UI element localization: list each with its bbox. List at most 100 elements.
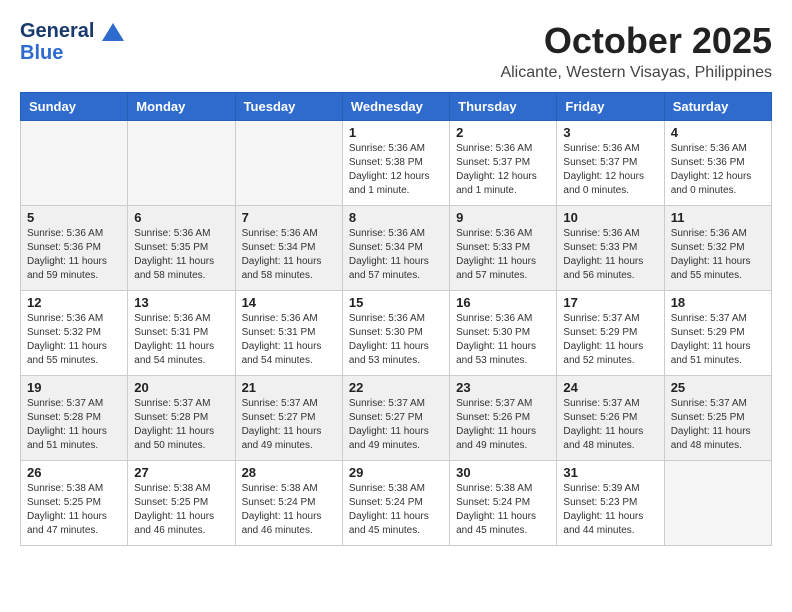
- day-number: 20: [134, 380, 228, 395]
- day-cell: 31 Sunrise: 5:39 AM Sunset: 5:23 PM Dayli…: [557, 461, 664, 546]
- day-info: Sunrise: 5:36 AM Sunset: 5:38 PM Dayligh…: [349, 142, 443, 198]
- logo: General Blue: [20, 20, 124, 64]
- col-header-thursday: Thursday: [450, 93, 557, 121]
- day-info: Sunrise: 5:36 AM Sunset: 5:33 PM Dayligh…: [563, 227, 657, 283]
- day-info: Sunrise: 5:36 AM Sunset: 5:30 PM Dayligh…: [349, 312, 443, 368]
- day-number: 17: [563, 295, 657, 310]
- day-number: 11: [671, 210, 765, 225]
- day-info: Sunrise: 5:36 AM Sunset: 5:34 PM Dayligh…: [242, 227, 336, 283]
- day-number: 16: [456, 295, 550, 310]
- title-section: October 2025 Alicante, Western Visayas, …: [500, 20, 772, 82]
- day-cell: 29 Sunrise: 5:38 AM Sunset: 5:24 PM Dayli…: [342, 461, 449, 546]
- day-number: 30: [456, 465, 550, 480]
- day-cell: 14 Sunrise: 5:36 AM Sunset: 5:31 PM Dayli…: [235, 291, 342, 376]
- day-info: Sunrise: 5:37 AM Sunset: 5:27 PM Dayligh…: [242, 397, 336, 453]
- day-cell: [128, 121, 235, 206]
- day-info: Sunrise: 5:38 AM Sunset: 5:25 PM Dayligh…: [134, 482, 228, 538]
- day-cell: 2 Sunrise: 5:36 AM Sunset: 5:37 PM Daylig…: [450, 121, 557, 206]
- day-cell: 15 Sunrise: 5:36 AM Sunset: 5:30 PM Dayli…: [342, 291, 449, 376]
- day-cell: 11 Sunrise: 5:36 AM Sunset: 5:32 PM Dayli…: [664, 206, 771, 291]
- day-cell: 20 Sunrise: 5:37 AM Sunset: 5:28 PM Dayli…: [128, 376, 235, 461]
- day-info: Sunrise: 5:36 AM Sunset: 5:32 PM Dayligh…: [671, 227, 765, 283]
- col-header-sunday: Sunday: [21, 93, 128, 121]
- location-title: Alicante, Western Visayas, Philippines: [500, 64, 772, 82]
- day-info: Sunrise: 5:36 AM Sunset: 5:35 PM Dayligh…: [134, 227, 228, 283]
- day-number: 6: [134, 210, 228, 225]
- day-info: Sunrise: 5:37 AM Sunset: 5:28 PM Dayligh…: [27, 397, 121, 453]
- day-info: Sunrise: 5:36 AM Sunset: 5:36 PM Dayligh…: [671, 142, 765, 198]
- day-cell: [664, 461, 771, 546]
- day-cell: 30 Sunrise: 5:38 AM Sunset: 5:24 PM Dayli…: [450, 461, 557, 546]
- day-cell: 28 Sunrise: 5:38 AM Sunset: 5:24 PM Dayli…: [235, 461, 342, 546]
- day-info: Sunrise: 5:38 AM Sunset: 5:24 PM Dayligh…: [456, 482, 550, 538]
- day-cell: 9 Sunrise: 5:36 AM Sunset: 5:33 PM Daylig…: [450, 206, 557, 291]
- day-info: Sunrise: 5:38 AM Sunset: 5:25 PM Dayligh…: [27, 482, 121, 538]
- day-number: 9: [456, 210, 550, 225]
- day-number: 8: [349, 210, 443, 225]
- calendar: SundayMondayTuesdayWednesdayThursdayFrid…: [20, 92, 772, 546]
- col-header-friday: Friday: [557, 93, 664, 121]
- day-cell: 6 Sunrise: 5:36 AM Sunset: 5:35 PM Daylig…: [128, 206, 235, 291]
- day-info: Sunrise: 5:36 AM Sunset: 5:32 PM Dayligh…: [27, 312, 121, 368]
- day-number: 27: [134, 465, 228, 480]
- day-number: 22: [349, 380, 443, 395]
- week-row-4: 19Sunrise: 5:37 AM Sunset: 5:28 PM Dayli…: [21, 376, 772, 461]
- header: General Blue October 2025 Alicante, West…: [20, 20, 772, 82]
- day-info: Sunrise: 5:36 AM Sunset: 5:31 PM Dayligh…: [242, 312, 336, 368]
- day-cell: 21Sunrise: 5:37 AM Sunset: 5:27 PM Dayli…: [235, 376, 342, 461]
- day-info: Sunrise: 5:36 AM Sunset: 5:36 PM Dayligh…: [27, 227, 121, 283]
- day-cell: 3 Sunrise: 5:36 AM Sunset: 5:37 PM Daylig…: [557, 121, 664, 206]
- day-number: 31: [563, 465, 657, 480]
- day-info: Sunrise: 5:37 AM Sunset: 5:29 PM Dayligh…: [671, 312, 765, 368]
- day-info: Sunrise: 5:36 AM Sunset: 5:30 PM Dayligh…: [456, 312, 550, 368]
- logo-blue: Blue: [20, 42, 124, 64]
- day-cell: 12 Sunrise: 5:36 AM Sunset: 5:32 PM Dayli…: [21, 291, 128, 376]
- day-info: Sunrise: 5:38 AM Sunset: 5:24 PM Dayligh…: [349, 482, 443, 538]
- day-number: 3: [563, 125, 657, 140]
- col-header-tuesday: Tuesday: [235, 93, 342, 121]
- day-number: 18: [671, 295, 765, 310]
- day-number: 29: [349, 465, 443, 480]
- day-cell: 1 Sunrise: 5:36 AM Sunset: 5:38 PM Daylig…: [342, 121, 449, 206]
- day-cell: 17 Sunrise: 5:37 AM Sunset: 5:29 PM Dayli…: [557, 291, 664, 376]
- day-info: Sunrise: 5:38 AM Sunset: 5:24 PM Dayligh…: [242, 482, 336, 538]
- day-cell: 22 Sunrise: 5:37 AM Sunset: 5:27 PM Dayli…: [342, 376, 449, 461]
- day-info: Sunrise: 5:37 AM Sunset: 5:25 PM Dayligh…: [671, 397, 765, 453]
- day-cell: 27 Sunrise: 5:38 AM Sunset: 5:25 PM Dayli…: [128, 461, 235, 546]
- day-cell: 24Sunrise: 5:37 AM Sunset: 5:26 PM Dayli…: [557, 376, 664, 461]
- day-cell: 4Sunrise: 5:36 AM Sunset: 5:36 PM Daylig…: [664, 121, 771, 206]
- day-info: Sunrise: 5:37 AM Sunset: 5:28 PM Dayligh…: [134, 397, 228, 453]
- day-number: 25: [671, 380, 765, 395]
- day-cell: [21, 121, 128, 206]
- day-info: Sunrise: 5:36 AM Sunset: 5:33 PM Dayligh…: [456, 227, 550, 283]
- day-number: 12: [27, 295, 121, 310]
- day-cell: 19Sunrise: 5:37 AM Sunset: 5:28 PM Dayli…: [21, 376, 128, 461]
- month-title: October 2025: [500, 20, 772, 62]
- day-cell: 13Sunrise: 5:36 AM Sunset: 5:31 PM Dayli…: [128, 291, 235, 376]
- day-info: Sunrise: 5:37 AM Sunset: 5:27 PM Dayligh…: [349, 397, 443, 453]
- day-number: 13: [134, 295, 228, 310]
- day-number: 26: [27, 465, 121, 480]
- day-cell: 10Sunrise: 5:36 AM Sunset: 5:33 PM Dayli…: [557, 206, 664, 291]
- day-info: Sunrise: 5:39 AM Sunset: 5:23 PM Dayligh…: [563, 482, 657, 538]
- day-cell: 8 Sunrise: 5:36 AM Sunset: 5:34 PM Daylig…: [342, 206, 449, 291]
- day-number: 1: [349, 125, 443, 140]
- week-row-5: 26 Sunrise: 5:38 AM Sunset: 5:25 PM Dayli…: [21, 461, 772, 546]
- day-cell: 16 Sunrise: 5:36 AM Sunset: 5:30 PM Dayli…: [450, 291, 557, 376]
- day-number: 5: [27, 210, 121, 225]
- day-number: 14: [242, 295, 336, 310]
- day-number: 28: [242, 465, 336, 480]
- day-number: 15: [349, 295, 443, 310]
- day-info: Sunrise: 5:36 AM Sunset: 5:37 PM Dayligh…: [563, 142, 657, 198]
- col-header-saturday: Saturday: [664, 93, 771, 121]
- col-header-monday: Monday: [128, 93, 235, 121]
- day-info: Sunrise: 5:36 AM Sunset: 5:34 PM Dayligh…: [349, 227, 443, 283]
- logo-text: General: [20, 20, 124, 42]
- day-number: 2: [456, 125, 550, 140]
- day-info: Sunrise: 5:36 AM Sunset: 5:37 PM Dayligh…: [456, 142, 550, 198]
- day-number: 7: [242, 210, 336, 225]
- day-info: Sunrise: 5:37 AM Sunset: 5:29 PM Dayligh…: [563, 312, 657, 368]
- day-cell: 26 Sunrise: 5:38 AM Sunset: 5:25 PM Dayli…: [21, 461, 128, 546]
- day-number: 24: [563, 380, 657, 395]
- day-cell: 5 Sunrise: 5:36 AM Sunset: 5:36 PM Daylig…: [21, 206, 128, 291]
